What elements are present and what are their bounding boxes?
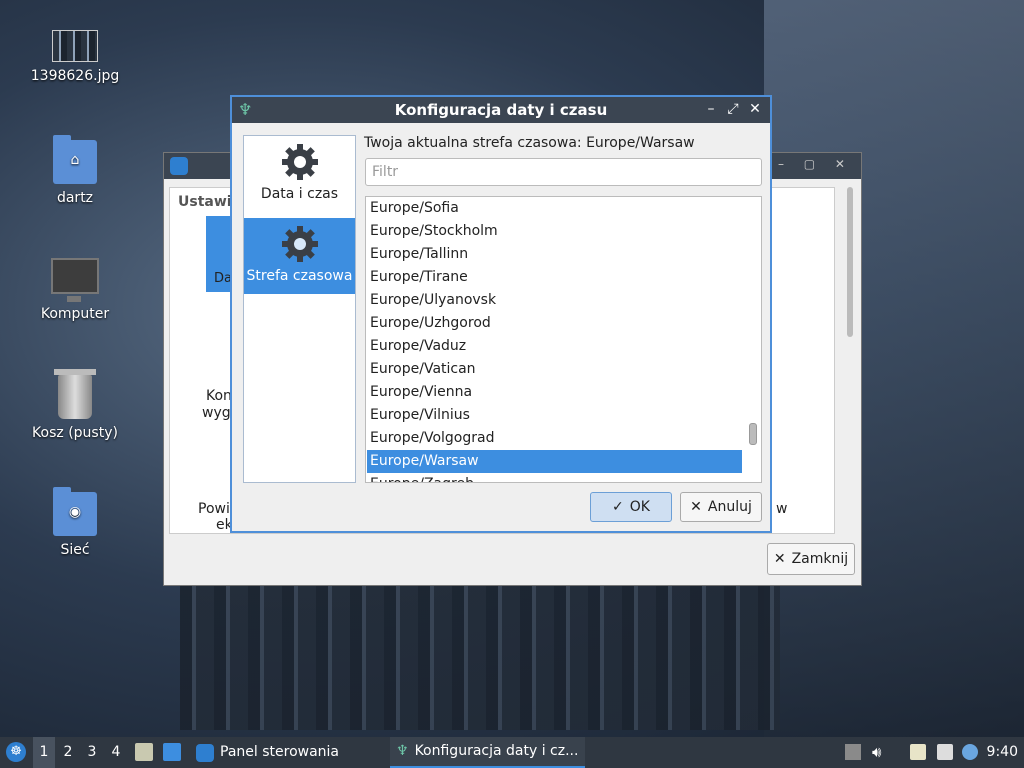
close-icon: ✕: [773, 551, 786, 567]
taskbar: ☸ 1 2 3 4 Panel sterowania ♆ Konfiguracj…: [0, 737, 1024, 768]
gear-icon: [280, 224, 320, 264]
image-file-icon: [52, 30, 98, 62]
ok-button-label: OK: [629, 499, 650, 515]
list-item[interactable]: Europe/Sofia: [367, 197, 742, 220]
desktop-icon-label: Kosz (pusty): [32, 425, 118, 441]
list-item[interactable]: Europe/Ulyanovsk: [367, 289, 742, 312]
list-item[interactable]: Europe/Uzhgorod: [367, 312, 742, 335]
desktop-icon-home[interactable]: ⌂ dartz: [20, 135, 130, 206]
clock-config-icon: ♆: [396, 743, 409, 759]
list-item[interactable]: Europe/Volgograd: [367, 427, 742, 450]
tile-label-fragment: w: [776, 501, 788, 517]
timezone-list[interactable]: Europe/Sofia Europe/Stockholm Europe/Tal…: [365, 196, 762, 483]
gear-icon: [280, 142, 320, 182]
tile-label-fragment: Powi: [198, 501, 230, 517]
window-controls[interactable]: – ▢ ✕: [778, 157, 853, 171]
workspace-3[interactable]: 3: [81, 737, 103, 768]
tile-label-fragment: Kon: [206, 388, 232, 404]
file-manager-icon[interactable]: [135, 743, 153, 761]
volume-icon[interactable]: 🔊︎: [872, 744, 888, 760]
list-item-selected[interactable]: Europe/Warsaw: [367, 450, 742, 473]
control-panel-icon: [196, 743, 214, 762]
maximize-icon[interactable]: ⤢: [724, 100, 742, 118]
list-item[interactable]: Europe/Zagreb: [367, 473, 742, 482]
start-menu-icon[interactable]: ☸: [6, 742, 26, 762]
network-folder-icon: ◉: [53, 487, 97, 536]
list-scrollbar[interactable]: [747, 197, 757, 482]
task-control-panel[interactable]: Panel sterowania: [190, 737, 345, 768]
sidebar-item-date-time[interactable]: Data i czas: [244, 136, 355, 212]
workspace-4[interactable]: 4: [105, 737, 127, 768]
close-button[interactable]: ✕ Zamknij: [767, 543, 855, 575]
list-item[interactable]: Europe/Stockholm: [367, 220, 742, 243]
filter-input[interactable]: [365, 158, 762, 186]
list-item[interactable]: Europe/Vaduz: [367, 335, 742, 358]
category-sidebar: Data i czas Strefa czasowa: [243, 135, 356, 483]
task-datetime-config[interactable]: ♆ Konfiguracja daty i cz...: [390, 737, 585, 768]
datetime-dialog: ♆ Konfiguracja daty i czasu – ⤢ ✕ Data i…: [230, 95, 772, 533]
current-timezone-label: Twoja aktualna strefa czasowa: Europe/Wa…: [364, 135, 695, 151]
sidebar-item-label: Data i czas: [260, 186, 339, 202]
desktop-icon-trash[interactable]: Kosz (pusty): [20, 369, 130, 441]
desktop-icon-computer[interactable]: Komputer: [20, 252, 130, 322]
eject-icon[interactable]: [845, 744, 861, 760]
cancel-button[interactable]: ✕ Anuluj: [680, 492, 762, 522]
list-item[interactable]: Europe/Vilnius: [367, 404, 742, 427]
notification-icon[interactable]: [962, 744, 978, 760]
network-icon[interactable]: [937, 744, 953, 760]
home-folder-icon: ⌂: [53, 135, 97, 184]
close-button-label: Zamknij: [791, 551, 849, 567]
task-label: Konfiguracja daty i cz...: [414, 743, 579, 759]
cancel-button-label: Anuluj: [707, 499, 752, 515]
computer-icon: [51, 258, 99, 302]
desktop-icon-label: dartz: [56, 190, 94, 206]
scrollbar-thumb[interactable]: [749, 423, 757, 445]
control-panel-scrollbar[interactable]: [847, 187, 855, 337]
workspace-1[interactable]: 1: [33, 737, 55, 768]
desktop-icon-label: Komputer: [40, 306, 110, 322]
clock[interactable]: 9:40: [987, 737, 1018, 768]
clipboard-icon[interactable]: [910, 744, 926, 760]
task-label: Panel sterowania: [220, 744, 339, 760]
close-icon: ✕: [690, 499, 702, 515]
tile-label-fragment: wyg: [202, 405, 231, 421]
control-panel-icon: [170, 157, 188, 175]
desktop-icon-label: 1398626.jpg: [30, 68, 120, 84]
minimize-icon[interactable]: –: [702, 100, 720, 118]
workspace-2[interactable]: 2: [57, 737, 79, 768]
show-desktop-icon[interactable]: [163, 743, 181, 761]
desktop-icon-network[interactable]: ◉ Sieć: [20, 487, 130, 558]
sidebar-item-timezone[interactable]: Strefa czasowa: [244, 218, 355, 294]
dialog-title: Konfiguracja daty i czasu: [394, 101, 608, 119]
list-item[interactable]: Europe/Vienna: [367, 381, 742, 404]
dialog-titlebar[interactable]: ♆ Konfiguracja daty i czasu – ⤢ ✕: [232, 97, 770, 123]
close-icon[interactable]: ✕: [746, 100, 764, 118]
list-item[interactable]: Europe/Vatican: [367, 358, 742, 381]
check-icon: ✓: [612, 499, 624, 515]
desktop-icon-image[interactable]: 1398626.jpg: [20, 22, 130, 84]
list-item[interactable]: Europe/Tirane: [367, 266, 742, 289]
ok-button[interactable]: ✓ OK: [590, 492, 672, 522]
list-item[interactable]: Europe/Tallinn: [367, 243, 742, 266]
sidebar-item-label: Strefa czasowa: [246, 268, 353, 284]
trash-icon: [54, 369, 96, 419]
desktop-icon-label: Sieć: [60, 542, 90, 558]
